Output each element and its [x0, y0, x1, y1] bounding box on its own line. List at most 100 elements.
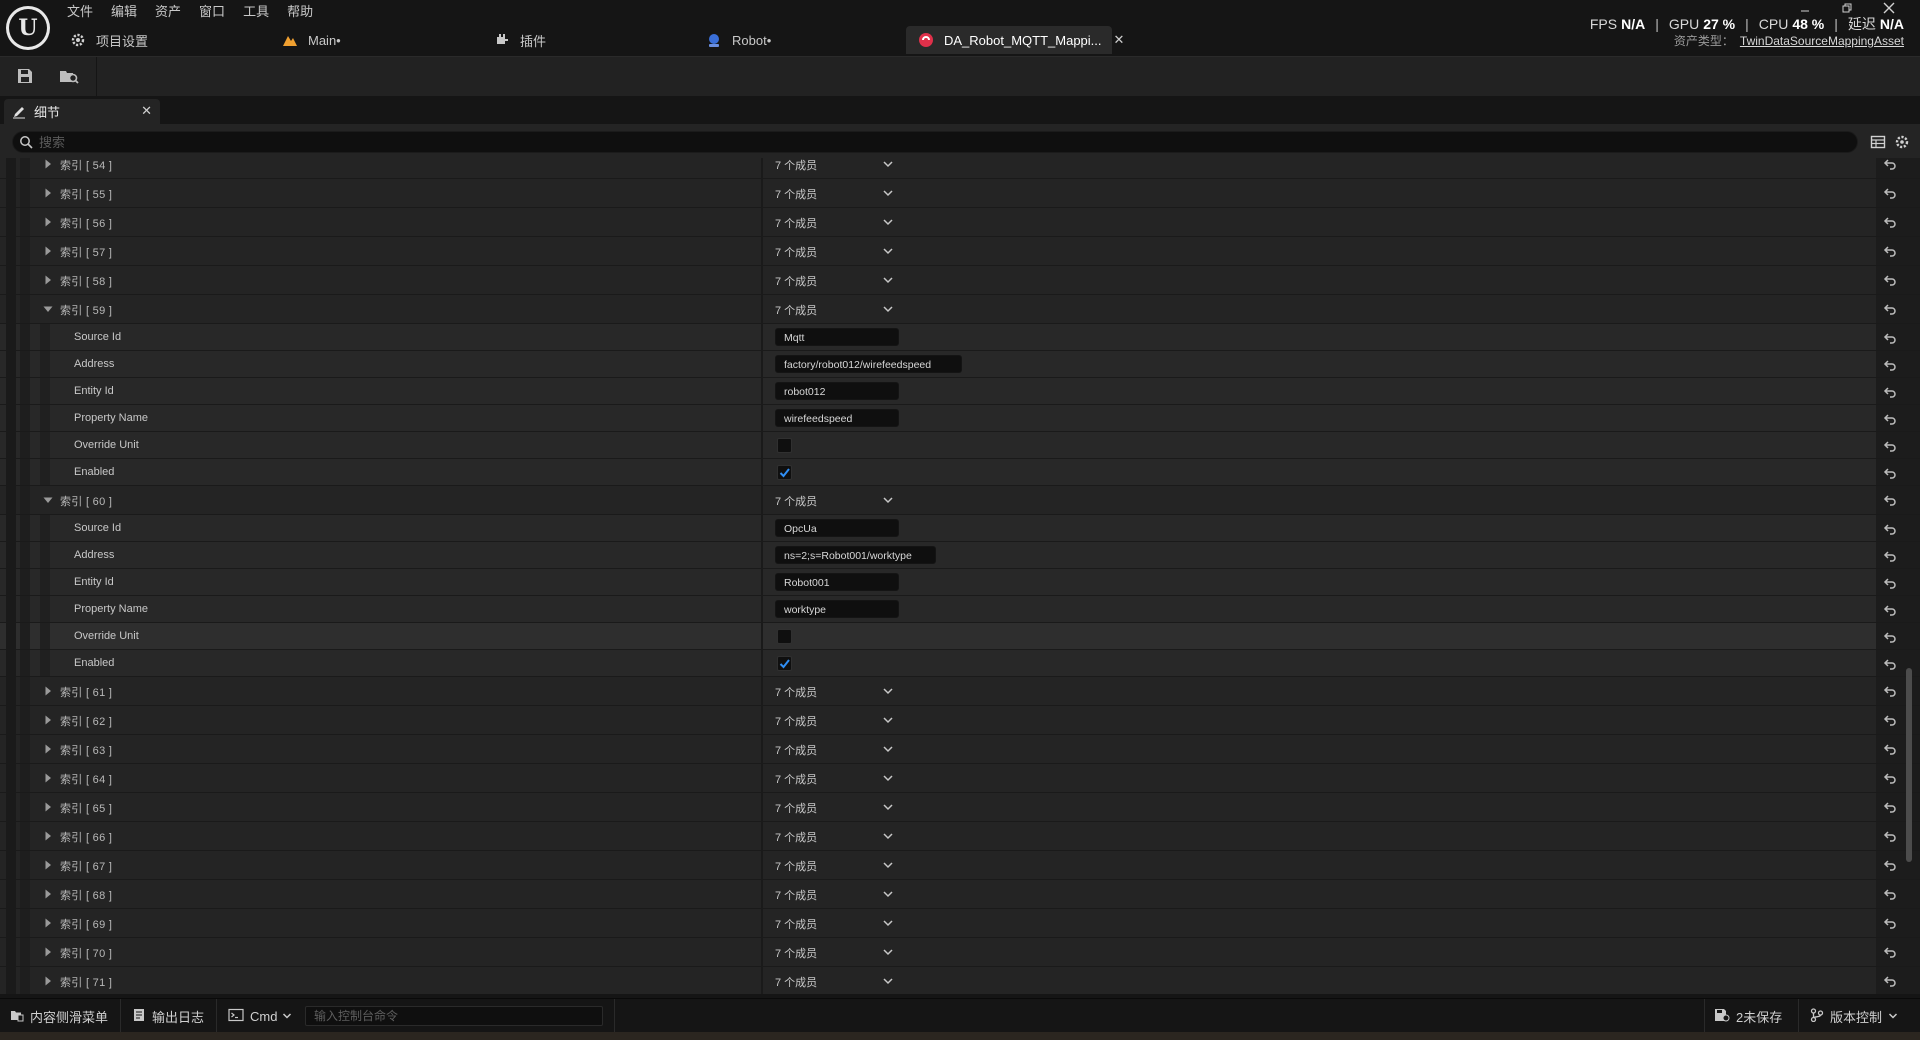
collapsed-arrow-icon[interactable] — [42, 888, 54, 900]
reset-to-default-icon[interactable] — [1882, 492, 1898, 508]
tab-data-asset[interactable]: DA_Robot_MQTT_Mappi... ✕ — [906, 26, 1124, 54]
collapsed-arrow-icon[interactable] — [42, 274, 54, 286]
chevron-down-icon[interactable] — [882, 685, 894, 697]
asset-type-link[interactable]: TwinDataSourceMappingAsset — [1740, 34, 1904, 48]
reset-to-default-icon[interactable] — [1882, 944, 1898, 960]
chevron-down-icon[interactable] — [882, 888, 894, 900]
checkbox-unchecked[interactable] — [777, 629, 792, 644]
chevron-down-icon[interactable] — [882, 187, 894, 199]
column-splitter[interactable] — [761, 542, 763, 568]
reset-to-default-icon[interactable] — [1882, 272, 1898, 288]
unsaved-assets-button[interactable]: 2未保存 — [1714, 1005, 1782, 1027]
reset-to-default-icon[interactable] — [1882, 521, 1898, 537]
reset-to-default-icon[interactable] — [1882, 973, 1898, 989]
reset-to-default-icon[interactable] — [1882, 656, 1898, 672]
column-splitter[interactable] — [761, 158, 763, 178]
browse-button[interactable] — [52, 64, 86, 90]
collapsed-arrow-icon[interactable] — [42, 714, 54, 726]
reset-to-default-icon[interactable] — [1882, 602, 1898, 618]
unreal-logo-icon[interactable]: U — [6, 6, 50, 50]
menu-tools[interactable]: 工具 — [234, 2, 278, 22]
reset-to-default-icon[interactable] — [1882, 384, 1898, 400]
collapsed-arrow-icon[interactable] — [42, 859, 54, 871]
column-splitter[interactable] — [761, 432, 763, 458]
reset-to-default-icon[interactable] — [1882, 243, 1898, 259]
column-splitter[interactable] — [761, 179, 763, 207]
chevron-down-icon[interactable] — [882, 859, 894, 871]
column-splitter[interactable] — [761, 677, 763, 705]
cmd-selector[interactable]: Cmd — [228, 1005, 298, 1027]
menu-file[interactable]: 文件 — [58, 2, 102, 22]
tab-robot-blueprint[interactable]: Robot• — [694, 26, 906, 54]
chevron-down-icon[interactable] — [882, 917, 894, 929]
reset-to-default-icon[interactable] — [1882, 683, 1898, 699]
chevron-down-icon[interactable] — [882, 245, 894, 257]
column-splitter[interactable] — [761, 764, 763, 792]
chevron-down-icon[interactable] — [882, 975, 894, 987]
reset-to-default-icon[interactable] — [1882, 886, 1898, 902]
reset-to-default-icon[interactable] — [1882, 411, 1898, 427]
reset-to-default-icon[interactable] — [1882, 629, 1898, 645]
reset-to-default-icon[interactable] — [1882, 828, 1898, 844]
checkbox-unchecked[interactable] — [777, 438, 792, 453]
reset-to-default-icon[interactable] — [1882, 741, 1898, 757]
column-splitter[interactable] — [761, 909, 763, 937]
column-splitter[interactable] — [761, 405, 763, 431]
tab-plugins[interactable]: 插件 — [482, 26, 694, 54]
collapsed-arrow-icon[interactable] — [42, 917, 54, 929]
text-field[interactable]: wirefeedspeed — [775, 409, 899, 427]
column-splitter[interactable] — [761, 793, 763, 821]
collapsed-arrow-icon[interactable] — [42, 743, 54, 755]
collapsed-arrow-icon[interactable] — [42, 772, 54, 784]
text-field[interactable]: worktype — [775, 600, 899, 618]
chevron-down-icon[interactable] — [882, 303, 894, 315]
tab-main-level[interactable]: Main• — [270, 26, 482, 54]
reset-to-default-icon[interactable] — [1882, 330, 1898, 346]
close-tab-icon[interactable]: ✕ — [1114, 32, 1125, 48]
reset-to-default-icon[interactable] — [1882, 214, 1898, 230]
column-splitter[interactable] — [761, 515, 763, 541]
column-splitter[interactable] — [761, 324, 763, 350]
text-field[interactable]: OpcUa — [775, 519, 899, 537]
reset-to-default-icon[interactable] — [1882, 158, 1898, 172]
console-command-input[interactable] — [305, 1006, 603, 1026]
collapsed-arrow-icon[interactable] — [42, 975, 54, 987]
reset-to-default-icon[interactable] — [1882, 915, 1898, 931]
save-button[interactable] — [8, 64, 42, 90]
menu-asset[interactable]: 资产 — [146, 2, 190, 22]
column-splitter[interactable] — [761, 459, 763, 485]
column-splitter[interactable] — [761, 623, 763, 649]
collapsed-arrow-icon[interactable] — [42, 187, 54, 199]
column-splitter[interactable] — [761, 569, 763, 595]
text-field[interactable]: ns=2;s=Robot001/worktype — [775, 546, 936, 564]
chevron-down-icon[interactable] — [882, 801, 894, 813]
content-drawer-button[interactable]: 内容侧滑菜单 — [10, 1005, 108, 1027]
collapsed-arrow-icon[interactable] — [42, 946, 54, 958]
reset-to-default-icon[interactable] — [1882, 438, 1898, 454]
chevron-down-icon[interactable] — [882, 494, 894, 506]
collapsed-arrow-icon[interactable] — [42, 801, 54, 813]
vertical-scrollbar[interactable] — [1906, 668, 1912, 862]
menu-help[interactable]: 帮助 — [278, 2, 322, 22]
column-splitter[interactable] — [761, 822, 763, 850]
reset-to-default-icon[interactable] — [1882, 770, 1898, 786]
collapsed-arrow-icon[interactable] — [42, 245, 54, 257]
expanded-arrow-icon[interactable] — [42, 494, 54, 506]
chevron-down-icon[interactable] — [882, 714, 894, 726]
column-splitter[interactable] — [761, 208, 763, 236]
column-splitter[interactable] — [761, 880, 763, 908]
column-splitter[interactable] — [761, 237, 763, 265]
output-log-button[interactable]: 输出日志 — [132, 1005, 204, 1027]
text-field[interactable]: robot012 — [775, 382, 899, 400]
checkbox-checked[interactable] — [777, 465, 792, 480]
text-field[interactable]: Robot001 — [775, 573, 899, 591]
collapsed-arrow-icon[interactable] — [42, 685, 54, 697]
column-splitter[interactable] — [761, 706, 763, 734]
view-options-icon[interactable] — [1870, 134, 1886, 153]
column-splitter[interactable] — [761, 650, 763, 676]
reset-to-default-icon[interactable] — [1882, 799, 1898, 815]
reset-to-default-icon[interactable] — [1882, 465, 1898, 481]
settings-gear-icon[interactable] — [1894, 134, 1910, 153]
chevron-down-icon[interactable] — [882, 830, 894, 842]
chevron-down-icon[interactable] — [882, 274, 894, 286]
